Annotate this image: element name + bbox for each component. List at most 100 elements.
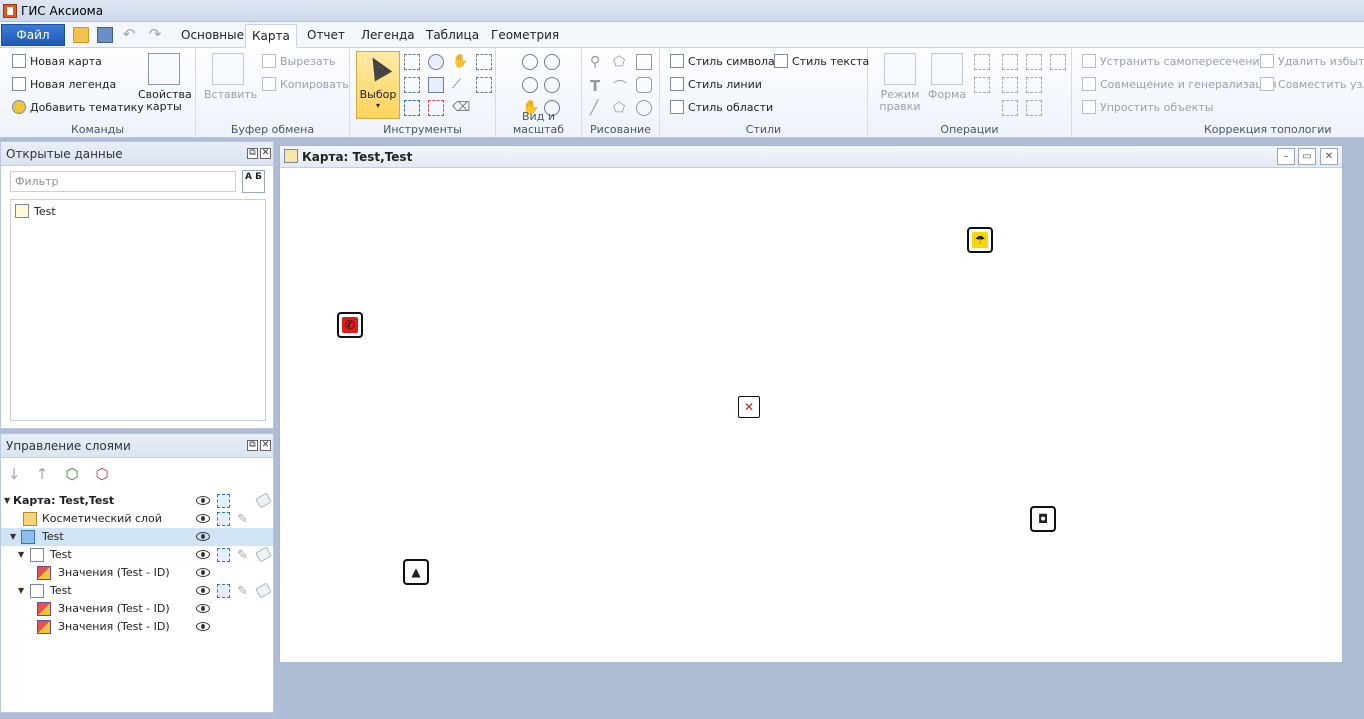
file-menu-button[interactable]: Файл <box>1 24 65 46</box>
minimize-icon[interactable]: – <box>1277 148 1295 165</box>
select-all-icon[interactable] <box>404 100 420 116</box>
triangle-sign-icon[interactable]: ▲ <box>403 559 429 585</box>
radius-select-icon[interactable] <box>476 54 492 70</box>
visibility-eye-icon[interactable] <box>196 550 210 559</box>
remove-layer-icon[interactable]: ⬡ <box>94 466 110 482</box>
clear-selection-icon[interactable] <box>428 100 444 116</box>
erase-inside-icon[interactable] <box>1002 77 1018 93</box>
table-row[interactable]: ▼ Карта: Test,Test <box>1 492 273 510</box>
chevron-down-icon[interactable]: ▼ <box>18 546 24 564</box>
tab-report[interactable]: Отчет <box>301 24 351 48</box>
rounded-rect-icon[interactable] <box>636 77 652 93</box>
save-icon[interactable] <box>97 27 113 43</box>
selectable-icon[interactable] <box>217 512 230 526</box>
table-row[interactable]: Значения (Test - ID) <box>1 618 273 636</box>
move-icon[interactable] <box>1002 100 1018 116</box>
rectangle-icon[interactable] <box>636 54 652 70</box>
tab-table[interactable]: Таблица <box>420 24 485 48</box>
open-data-list[interactable]: Test <box>10 199 266 421</box>
filter-input[interactable] <box>10 171 236 192</box>
tab-main[interactable]: Основные <box>175 24 250 48</box>
clip-icon[interactable] <box>1050 54 1066 70</box>
chevron-down-icon[interactable]: ▼ <box>4 492 10 510</box>
rect-select-icon[interactable] <box>404 54 420 70</box>
zoom-window-icon[interactable] <box>522 54 538 70</box>
visibility-eye-icon[interactable] <box>196 586 210 595</box>
pedestrian-sign-icon[interactable]: ✆ <box>337 312 363 338</box>
sort-button[interactable]: А Б <box>242 170 265 193</box>
map-canvas[interactable]: ☂ ✆ ✕ ◘ ▲ <box>282 168 1340 660</box>
pencil-icon[interactable]: ✎ <box>237 511 248 529</box>
area-style-button[interactable]: Стиль области <box>670 99 773 117</box>
arc-icon[interactable]: ⌒ <box>613 77 629 96</box>
table-row[interactable]: ▼ Test <box>1 528 273 546</box>
tab-legend[interactable]: Легенда <box>355 24 421 48</box>
label-tag-icon[interactable] <box>255 546 272 563</box>
tab-geometry[interactable]: Геометрия <box>485 24 565 48</box>
panel-close-icon[interactable]: ✕ <box>260 440 271 451</box>
visibility-eye-icon[interactable] <box>196 496 210 505</box>
table-row[interactable]: ▼ Test ✎ <box>1 582 273 600</box>
add-layer-icon[interactable]: ⬡ <box>64 466 80 482</box>
info-icon[interactable] <box>428 54 444 70</box>
zoom-full-icon[interactable] <box>544 77 560 93</box>
symbol-style-button[interactable]: Стиль символа <box>670 53 775 71</box>
pan-hand-icon[interactable]: ✋ <box>452 54 468 70</box>
new-legend-button[interactable]: Новая легенда <box>12 76 116 94</box>
zoom-in-icon[interactable] <box>522 77 538 93</box>
open-folder-icon[interactable] <box>73 27 89 43</box>
add-node-icon[interactable] <box>974 54 990 70</box>
chevron-down-icon[interactable]: ▼ <box>10 528 16 546</box>
no-vehicle-sign-icon[interactable]: ✕ <box>738 396 760 418</box>
visibility-eye-icon[interactable] <box>196 568 210 577</box>
visibility-eye-icon[interactable] <box>196 532 210 541</box>
square-sign-icon[interactable]: ◘ <box>1030 506 1056 532</box>
map-properties-button[interactable]: Свойства карты <box>138 53 192 113</box>
text-tool-icon[interactable]: T <box>590 77 606 95</box>
text-style-button[interactable]: Стиль текста <box>774 53 869 71</box>
close-icon[interactable]: ✕ <box>1320 148 1338 165</box>
umbrella-sign-icon[interactable]: ☂ <box>967 227 993 253</box>
polygon-icon[interactable]: ⬠ <box>613 100 629 116</box>
select-tool-button[interactable]: Выбор ▾ <box>356 51 400 119</box>
pencil-icon[interactable]: ✎ <box>237 547 248 565</box>
line-icon[interactable]: ╱ <box>590 100 606 116</box>
edit-mode-button[interactable]: Режим правки <box>876 53 924 113</box>
label-tool-icon[interactable] <box>428 77 444 93</box>
polyline-icon[interactable]: ⬠ <box>613 54 629 70</box>
undo-icon[interactable]: ↶ <box>121 27 137 43</box>
redo-icon[interactable]: ↷ <box>147 27 163 43</box>
list-item[interactable]: Test <box>15 204 56 220</box>
ellipse-icon[interactable] <box>636 100 652 116</box>
ruler-icon[interactable]: ⟋ <box>452 77 468 93</box>
zoom-out-icon[interactable] <box>544 54 560 70</box>
boundary-select-icon[interactable] <box>476 77 492 93</box>
buffer-icon[interactable] <box>1026 77 1042 93</box>
table-row[interactable]: Косметический слой ✎ <box>1 510 273 528</box>
selectable-icon[interactable] <box>217 548 230 562</box>
copy-button[interactable]: Копировать <box>262 76 349 94</box>
polygon-select-icon[interactable] <box>404 77 420 93</box>
split-icon[interactable] <box>1026 100 1042 116</box>
tab-map[interactable]: Карта <box>245 24 297 48</box>
chevron-down-icon[interactable]: ▼ <box>18 582 24 600</box>
visibility-eye-icon[interactable] <box>196 604 210 613</box>
panel-float-icon[interactable]: ⧉ <box>247 440 258 451</box>
pencil-icon[interactable]: ✎ <box>237 583 248 601</box>
panel-close-icon[interactable]: ✕ <box>260 148 271 159</box>
link-icon[interactable] <box>974 77 990 93</box>
selectable-icon[interactable] <box>217 584 230 598</box>
selectable-icon[interactable] <box>217 494 230 508</box>
table-row[interactable]: Значения (Test - ID) <box>1 564 273 582</box>
cut-button[interactable]: Вырезать <box>262 53 335 71</box>
combine-icon[interactable] <box>1002 54 1018 70</box>
paste-button[interactable]: Вставить <box>204 53 257 101</box>
move-up-icon[interactable]: ↑ <box>34 466 50 482</box>
fix-self-intersections-button[interactable]: Устранить самопересечения <box>1082 53 1266 71</box>
rotate-icon[interactable] <box>1026 54 1042 70</box>
align-generalize-button[interactable]: Совмещение и генерализация <box>1082 76 1277 94</box>
add-theme-button[interactable]: Добавить тематику <box>12 99 144 117</box>
label-tag-icon[interactable] <box>255 492 272 509</box>
restore-icon[interactable]: ▭ <box>1298 148 1316 165</box>
point-icon[interactable]: ⚲ <box>590 54 606 70</box>
